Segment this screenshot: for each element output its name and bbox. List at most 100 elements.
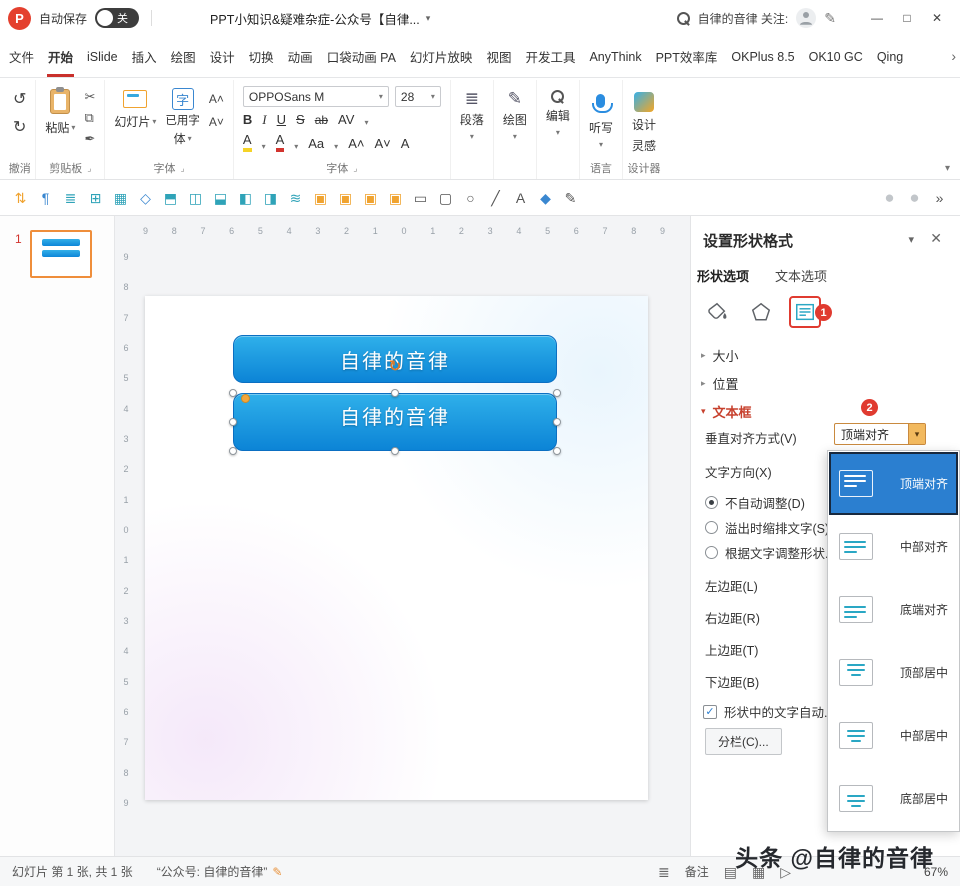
ribbon-tab[interactable]: 视图	[479, 36, 518, 77]
align-objects-icon[interactable]: ≣	[58, 186, 83, 210]
adjust-handle[interactable]	[241, 394, 250, 403]
ribbon-tab[interactable]: 切换	[242, 36, 281, 77]
bold-button[interactable]: B	[243, 113, 252, 127]
avatar[interactable]	[796, 8, 816, 28]
align-top-icon[interactable]: ⬒	[158, 186, 183, 210]
double-strikethrough-button[interactable]: ab	[315, 114, 328, 127]
valign-option[interactable]: 中部对齐	[829, 515, 958, 578]
redo-icon[interactable]: ↻	[13, 120, 26, 136]
highlight-color-button[interactable]: A	[243, 133, 252, 151]
grow-font-icon[interactable]: A˄	[209, 92, 224, 106]
outline-color-tool-icon[interactable]: ▣	[333, 186, 358, 210]
align-right-icon[interactable]: ◨	[258, 186, 283, 210]
ribbon-tab[interactable]: 动画	[281, 36, 320, 77]
slide-thumbnail[interactable]	[30, 230, 92, 278]
ribbon-tab[interactable]: OKPlus 8.5	[724, 36, 801, 77]
decrease-font-button[interactable]: A˅	[374, 137, 390, 151]
textbox-section-header[interactable]: ▾ 文本框	[701, 402, 752, 421]
smart-guides-icon[interactable]: ▦	[108, 186, 133, 210]
collapse-ribbon-icon[interactable]: ▾	[945, 163, 950, 174]
ribbon-tab[interactable]: 开发工具	[518, 36, 582, 77]
tabs-overflow-icon[interactable]: ›	[951, 48, 956, 64]
panel-close-icon[interactable]: ✕	[930, 230, 942, 247]
panel-collapse-icon[interactable]: ▾	[908, 233, 914, 246]
resize-handle-n[interactable]	[391, 389, 399, 397]
resize-handle-ne[interactable]	[553, 389, 561, 397]
align-middle-icon[interactable]: ◫	[183, 186, 208, 210]
undo-icon[interactable]: ↺	[13, 92, 26, 108]
text-box-tool-icon[interactable]: A	[508, 186, 533, 210]
position-section-header[interactable]: ▸ 位置	[701, 374, 739, 393]
align-left-icon[interactable]: ◧	[233, 186, 258, 210]
ribbon-tab[interactable]: AnyThink	[582, 36, 648, 77]
notes-icon[interactable]: ≣	[658, 865, 670, 879]
font-color-button[interactable]: A	[276, 133, 285, 151]
theme-circle-2-icon[interactable]: ●	[902, 186, 927, 210]
clear-format-button[interactable]: A	[401, 137, 410, 151]
design-ideas-button[interactable]: 设计 灵感	[632, 90, 656, 154]
fill-color-tool-icon[interactable]: ▣	[308, 186, 333, 210]
rounded-rectangle-shape-icon[interactable]: ▢	[433, 186, 458, 210]
change-case-button[interactable]: Aa	[308, 137, 324, 151]
shape-outline-icon[interactable]: ✎	[558, 186, 583, 210]
ribbon-tab[interactable]: 口袋动画 PA	[320, 36, 403, 77]
gridlines-icon[interactable]: ⊞	[83, 186, 108, 210]
ribbon-tab[interactable]: OK10 GC	[802, 36, 870, 77]
radio-no-autofit[interactable]: 不自动调整(D)	[705, 493, 805, 512]
rotate-handle[interactable]: ↻	[387, 359, 403, 375]
valign-option[interactable]: 底部居中	[829, 767, 958, 830]
oval-shape-icon[interactable]: ○	[458, 186, 483, 210]
valign-option[interactable]: 顶部居中	[829, 641, 958, 704]
underline-button[interactable]: U	[277, 113, 286, 127]
dialog-launcher-icon[interactable]: ⌟	[87, 163, 91, 174]
selection-pane-icon[interactable]: ⇅	[8, 186, 33, 210]
valign-option[interactable]: 底端对齐	[829, 578, 958, 641]
tab-text-options[interactable]: 文本选项	[775, 266, 827, 285]
ribbon-tab[interactable]: 幻灯片放映	[403, 36, 480, 77]
tab-shape-options[interactable]: 形状选项	[697, 266, 749, 285]
wrap-text-checkbox-row[interactable]: ✓ 形状中的文字自动...	[703, 702, 834, 721]
search-icon[interactable]	[677, 12, 690, 25]
resize-handle-se[interactable]	[553, 447, 561, 455]
ribbon-tab[interactable]: 插入	[125, 36, 164, 77]
columns-button[interactable]: 分栏(C)...	[705, 728, 782, 755]
effects-icon[interactable]	[745, 296, 777, 328]
shrink-font-icon[interactable]: A˅	[209, 115, 224, 129]
ribbon-tab[interactable]: 绘图	[164, 36, 203, 77]
shape-fill-icon[interactable]: ◆	[533, 186, 558, 210]
notes-label[interactable]: 备注	[685, 863, 709, 880]
valign-option[interactable]: 顶端对齐	[829, 452, 958, 515]
align-bottom-icon[interactable]: ⬓	[208, 186, 233, 210]
document-title[interactable]: PPT小知识&疑难杂症-公众号【自律... ▾	[210, 9, 430, 28]
resize-handle-sw[interactable]	[229, 447, 237, 455]
character-spacing-button[interactable]: AV	[338, 113, 354, 127]
size-section-header[interactable]: ▸ 大小	[701, 346, 739, 365]
quick-style-tool-icon[interactable]: ▣	[383, 186, 408, 210]
increase-font-button[interactable]: A˄	[348, 137, 364, 151]
format-painter-icon[interactable]: ✒	[84, 132, 95, 145]
dialog-launcher-icon[interactable]: ⌟	[181, 163, 185, 174]
resize-handle-s[interactable]	[391, 447, 399, 455]
theme-circle-1-icon[interactable]: ●	[877, 186, 902, 210]
format-eraser-icon[interactable]: ◇	[133, 186, 158, 210]
radio-shrink-text[interactable]: 溢出时缩排文字(S)	[705, 518, 829, 537]
font-size-select[interactable]: 28 ▾	[395, 86, 441, 107]
ribbon-tab[interactable]: 开始	[41, 36, 80, 77]
copy-icon[interactable]: ⧉	[84, 111, 95, 124]
pen-icon[interactable]: ✎	[824, 10, 836, 27]
edit-button[interactable]: 编辑 ▾	[546, 90, 570, 137]
resize-handle-nw[interactable]	[229, 389, 237, 397]
paragraph-button[interactable]: ≣ 段落 ▾	[460, 90, 484, 141]
ribbon-tab[interactable]: 设计	[203, 36, 242, 77]
paragraph-marks-icon[interactable]: ¶	[33, 186, 58, 210]
ribbon-tab[interactable]: PPT效率库	[649, 36, 725, 77]
draw-button[interactable]: ✎ 绘图 ▾	[503, 90, 527, 141]
rectangle-shape-icon[interactable]: ▭	[408, 186, 433, 210]
dictate-button[interactable]: 听写 ▾	[589, 90, 613, 149]
ribbon-tab[interactable]: 文件	[2, 36, 41, 77]
close-button[interactable]: ✕	[922, 5, 952, 31]
shape-effects-tool-icon[interactable]: ▣	[358, 186, 383, 210]
valign-option[interactable]: 中部居中	[829, 704, 958, 767]
dialog-launcher-icon[interactable]: ⌟	[353, 163, 357, 174]
new-slide-button[interactable]: 幻灯片▾	[114, 86, 156, 147]
